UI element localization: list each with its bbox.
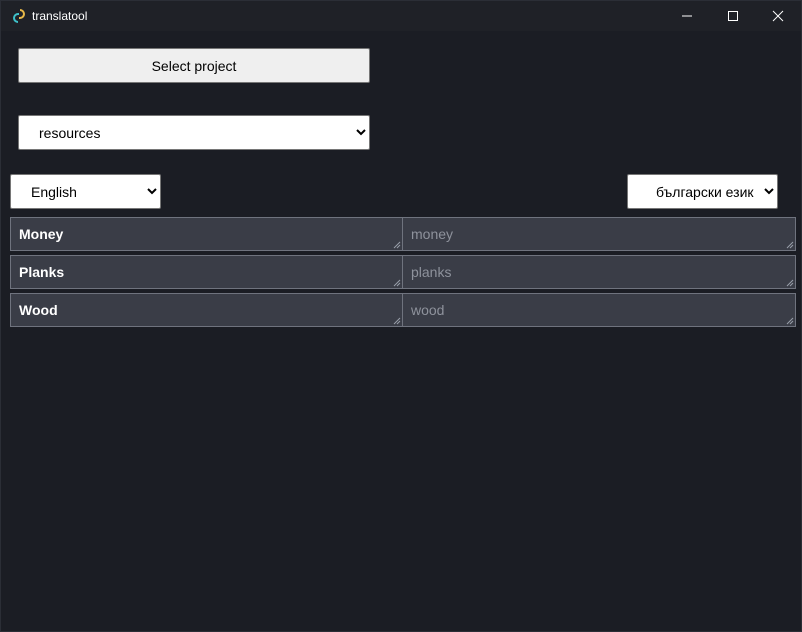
close-icon xyxy=(772,10,784,22)
maximize-button[interactable] xyxy=(710,1,756,31)
source-text-field[interactable]: Money xyxy=(10,217,403,251)
source-text: Money xyxy=(19,226,64,242)
select-project-button[interactable]: Select project xyxy=(18,48,370,83)
translation-field[interactable]: planks xyxy=(402,255,796,289)
resize-grip-icon[interactable] xyxy=(393,279,401,287)
resize-grip-icon[interactable] xyxy=(786,241,794,249)
resize-grip-icon[interactable] xyxy=(786,317,794,325)
translation-placeholder: money xyxy=(411,226,454,242)
source-language-select[interactable]: English xyxy=(10,174,161,209)
resize-grip-icon[interactable] xyxy=(393,317,401,325)
translation-field[interactable]: money xyxy=(402,217,796,251)
title-bar[interactable]: translatool xyxy=(1,1,801,31)
source-text: Planks xyxy=(19,264,65,280)
resize-grip-icon[interactable] xyxy=(786,279,794,287)
minimize-icon xyxy=(682,15,692,17)
target-language-select[interactable]: български език xyxy=(627,174,778,209)
resource-file-select[interactable]: resources xyxy=(18,115,370,150)
translation-placeholder: planks xyxy=(411,264,452,280)
maximize-icon xyxy=(728,11,738,21)
minimize-button[interactable] xyxy=(664,1,710,31)
translation-placeholder: wood xyxy=(411,302,445,318)
table-row: Planks planks xyxy=(10,255,796,289)
table-row: Wood wood xyxy=(10,293,796,327)
translation-field[interactable]: wood xyxy=(402,293,796,327)
source-text-field[interactable]: Planks xyxy=(10,255,403,289)
close-button[interactable] xyxy=(755,1,801,31)
translation-table: Money money Planks planks Wood wood xyxy=(10,217,796,331)
source-text-field[interactable]: Wood xyxy=(10,293,403,327)
app-window: translatool Select project resources Eng… xyxy=(0,0,802,632)
table-row: Money money xyxy=(10,217,796,251)
window-title: translatool xyxy=(32,9,88,23)
source-text: Wood xyxy=(19,302,58,318)
resize-grip-icon[interactable] xyxy=(393,241,401,249)
app-logo-icon xyxy=(13,9,25,23)
